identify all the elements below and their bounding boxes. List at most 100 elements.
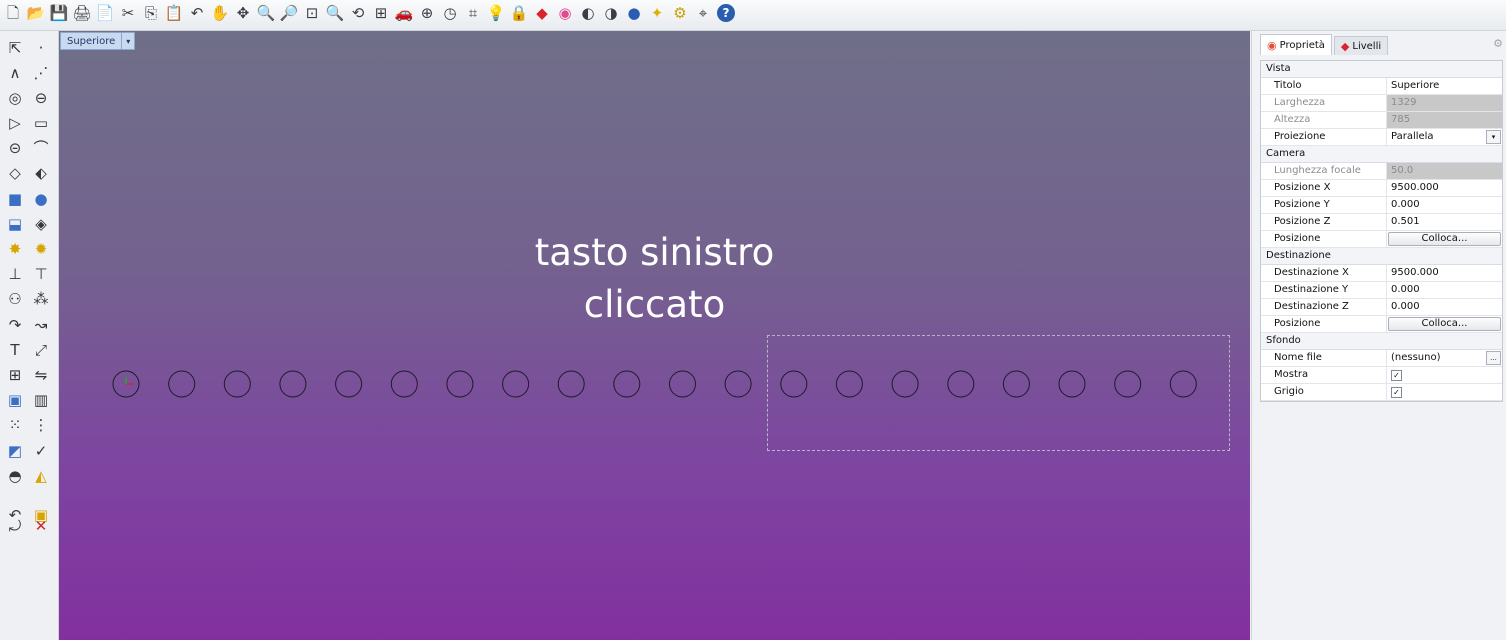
save-icon[interactable]: 💾 [48, 2, 70, 24]
paste-icon[interactable]: 📋 [163, 2, 185, 24]
align-icon[interactable]: ⊤ [29, 263, 53, 287]
ellipse-icon[interactable]: ⊖ [29, 86, 53, 110]
dropdown-arrow-icon[interactable]: ▾ [1486, 130, 1501, 144]
check-icon[interactable]: ✓ [29, 439, 53, 463]
mirror-icon[interactable]: ⇋ [29, 363, 53, 387]
viewport-top[interactable]: Superiore ▾ tasto sinistro cliccato [59, 31, 1250, 640]
field-destinazione-y[interactable]: 0.000 [1387, 282, 1502, 298]
wand-icon[interactable]: ✦ [646, 2, 668, 24]
named-view-icon[interactable]: ⌗ [462, 2, 484, 24]
field-titolo[interactable]: Superiore [1387, 78, 1502, 94]
text-icon[interactable]: T [3, 338, 27, 362]
print-icon[interactable]: 🖨 [71, 2, 93, 24]
explode-icon[interactable]: ✸ [3, 238, 27, 262]
circle-object[interactable] [390, 370, 418, 398]
paint-bucket-icon[interactable]: ◭ [29, 464, 53, 488]
circle-object[interactable] [613, 370, 641, 398]
checkbox-grigio[interactable]: ✓ [1391, 387, 1402, 398]
patch-icon[interactable]: ◈ [29, 212, 53, 236]
curve-icon[interactable]: ⌒ [29, 137, 53, 161]
help-icon[interactable]: ? [717, 4, 735, 22]
field-destinazione-x[interactable]: 9500.000 [1387, 265, 1502, 281]
lightbulb-icon[interactable]: 💡 [485, 2, 507, 24]
circle-object[interactable] [502, 370, 530, 398]
browse-file-button[interactable]: ... [1486, 351, 1501, 365]
sphere-solid-icon[interactable]: ● [29, 187, 53, 211]
group-icon[interactable]: ⚇ [3, 288, 27, 312]
redo-alt-icon[interactable]: ⤾ [3, 515, 27, 539]
surface-sweep-icon[interactable]: ⬖ [29, 162, 53, 186]
circle-object[interactable] [223, 370, 251, 398]
undo-view-icon[interactable]: ⟲ [347, 2, 369, 24]
circle-object[interactable] [279, 370, 307, 398]
clock-icon[interactable]: ◷ [439, 2, 461, 24]
polyline-icon[interactable]: ∧ [3, 61, 27, 85]
hatch-icon[interactable]: ▥ [29, 389, 53, 413]
new-file-icon[interactable]: 🗋 [2, 2, 24, 24]
tab-layers[interactable]: ◆ Livelli [1333, 36, 1389, 55]
shade-icon[interactable]: ◓ [3, 464, 27, 488]
polygon-icon[interactable]: ▷ [3, 112, 27, 136]
points-icon[interactable]: ⁂ [29, 288, 53, 312]
field-posizione-x[interactable]: 9500.000 [1387, 180, 1502, 196]
box-solid-icon[interactable]: ■ [3, 187, 27, 211]
circle-object[interactable] [669, 370, 696, 398]
lock-icon[interactable]: 🔒 [508, 2, 530, 24]
transform-icon[interactable]: ⤢ [29, 338, 53, 362]
select-arrow-icon[interactable]: ⇱ [3, 36, 27, 60]
rotate-view-icon[interactable]: ✥ [232, 2, 254, 24]
color-wheel-icon[interactable]: ◉ [554, 2, 576, 24]
cancel-icon[interactable]: ✕ [29, 515, 53, 539]
colloca-camera-button[interactable]: Colloca... [1388, 232, 1501, 246]
blue-sphere-icon[interactable]: ● [623, 2, 645, 24]
field-posizione-z[interactable]: 0.501 [1387, 214, 1502, 230]
offset-curve-icon[interactable]: ↝ [29, 313, 53, 337]
undo-icon[interactable]: ↶ [186, 2, 208, 24]
dimension-icon[interactable]: ⊥ [3, 263, 27, 287]
four-viewports-icon[interactable]: ⊞ [370, 2, 392, 24]
circle-icon[interactable]: ◎ [3, 86, 27, 110]
extrude-icon[interactable]: ⬓ [3, 212, 27, 236]
snapshot-icon[interactable]: ⊕ [416, 2, 438, 24]
grid-array-icon[interactable]: ⁙ [3, 414, 27, 438]
surface-icon[interactable]: ◇ [3, 162, 27, 186]
export-icon[interactable]: 📄 [94, 2, 116, 24]
circle-object[interactable] [168, 370, 196, 398]
line-segments-icon[interactable]: ⋰ [29, 61, 53, 85]
car-icon[interactable]: 🚗 [393, 2, 415, 24]
zoom-window-icon[interactable]: 🔎 [278, 2, 300, 24]
arc-icon[interactable]: ⊝ [3, 137, 27, 161]
circle-object[interactable] [446, 370, 474, 398]
snap-grid-icon[interactable]: ⌖ [692, 2, 714, 24]
options-gear-icon[interactable]: ⚙ [669, 2, 691, 24]
panel-settings-gear-icon[interactable]: ⚙ [1493, 37, 1503, 50]
render-sphere-icon[interactable]: ◑ [600, 2, 622, 24]
open-folder-icon[interactable]: 📂 [25, 2, 47, 24]
select-proiezione[interactable]: Parallela ▾ [1387, 129, 1502, 145]
pan-hand-icon[interactable]: ✋ [209, 2, 231, 24]
copy-icon[interactable]: ⎘ [140, 2, 162, 24]
tab-properties[interactable]: ◉ Proprietà [1260, 34, 1332, 55]
point-icon[interactable]: · [29, 36, 53, 60]
rectangle-icon[interactable]: ▭ [29, 112, 53, 136]
render-icon[interactable]: ◩ [3, 439, 27, 463]
layer-icon[interactable]: ◆ [531, 2, 553, 24]
cut-icon[interactable]: ✂ [117, 2, 139, 24]
array-icon[interactable]: ⊞ [3, 363, 27, 387]
zoom-selected-icon[interactable]: 🔍 [324, 2, 346, 24]
block-icon[interactable]: ▣ [3, 389, 27, 413]
field-nome-file[interactable]: (nessuno) ... [1387, 350, 1502, 366]
shaded-sphere-icon[interactable]: ◐ [577, 2, 599, 24]
field-posizione-y[interactable]: 0.000 [1387, 197, 1502, 213]
circle-object[interactable] [557, 370, 585, 398]
boolean-icon[interactable]: ✹ [29, 238, 53, 262]
checkbox-mostra[interactable]: ✓ [1391, 370, 1402, 381]
colloca-destinazione-button[interactable]: Colloca... [1388, 317, 1501, 331]
zoom-icon[interactable]: 🔍 [255, 2, 277, 24]
circle-object[interactable] [724, 370, 752, 398]
analyze-icon[interactable]: ⋮ [29, 414, 53, 438]
field-destinazione-z[interactable]: 0.000 [1387, 299, 1502, 315]
circle-object[interactable] [335, 370, 363, 398]
fillet-curve-icon[interactable]: ↷ [3, 313, 27, 337]
zoom-extents-icon[interactable]: ⊡ [301, 2, 323, 24]
